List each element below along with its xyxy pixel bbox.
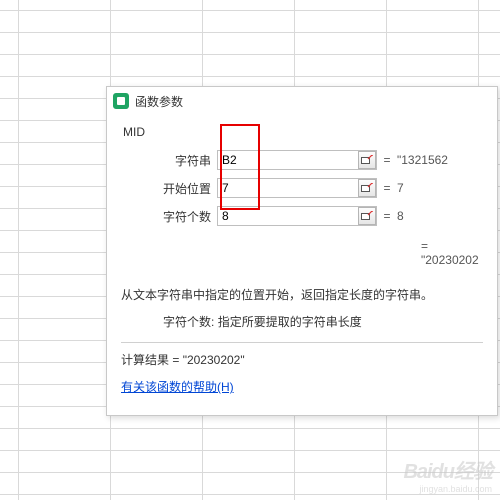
dialog-title: 函数参数	[135, 93, 183, 110]
dialog-titlebar[interactable]: 函数参数	[107, 87, 497, 115]
arg-label: 字符串	[121, 152, 217, 169]
function-name: MID	[123, 125, 483, 139]
arg-input-count[interactable]	[217, 206, 377, 226]
function-args-dialog: 函数参数 MID 字符串 = "1321562 开始位置 = 7	[106, 86, 498, 416]
divider	[121, 342, 483, 343]
arg-preview: "1321562	[397, 153, 448, 167]
arg-help: 字符个数: 指定所要提取的字符串长度	[121, 313, 483, 330]
range-select-icon[interactable]	[358, 151, 376, 169]
range-select-icon[interactable]	[358, 179, 376, 197]
equals-sign: =	[377, 153, 397, 167]
arg-label: 字符个数	[121, 208, 217, 225]
arg-preview: 8	[397, 209, 404, 223]
calc-result: 计算结果 = "20230202"	[121, 351, 483, 368]
watermark: Baidu经验 jingyan.baidu.com	[403, 455, 492, 494]
arg-label: 开始位置	[121, 180, 217, 197]
range-select-icon[interactable]	[358, 207, 376, 225]
arg-row-start: 开始位置 = 7	[121, 175, 483, 201]
help-link[interactable]: 有关该函数的帮助(H)	[121, 380, 234, 394]
arg-row-text: 字符串 = "1321562	[121, 147, 483, 173]
arg-input-text[interactable]	[217, 150, 377, 170]
arg-preview: 7	[397, 181, 404, 195]
wps-icon	[113, 93, 129, 109]
arg-input-start[interactable]	[217, 178, 377, 198]
function-description: 从文本字符串中指定的位置开始，返回指定长度的字符串。	[121, 285, 483, 305]
equals-sign: =	[377, 209, 397, 223]
equals-sign: =	[377, 181, 397, 195]
result-preview-row: = "20230202	[121, 239, 483, 267]
arg-row-count: 字符个数 = 8	[121, 203, 483, 229]
